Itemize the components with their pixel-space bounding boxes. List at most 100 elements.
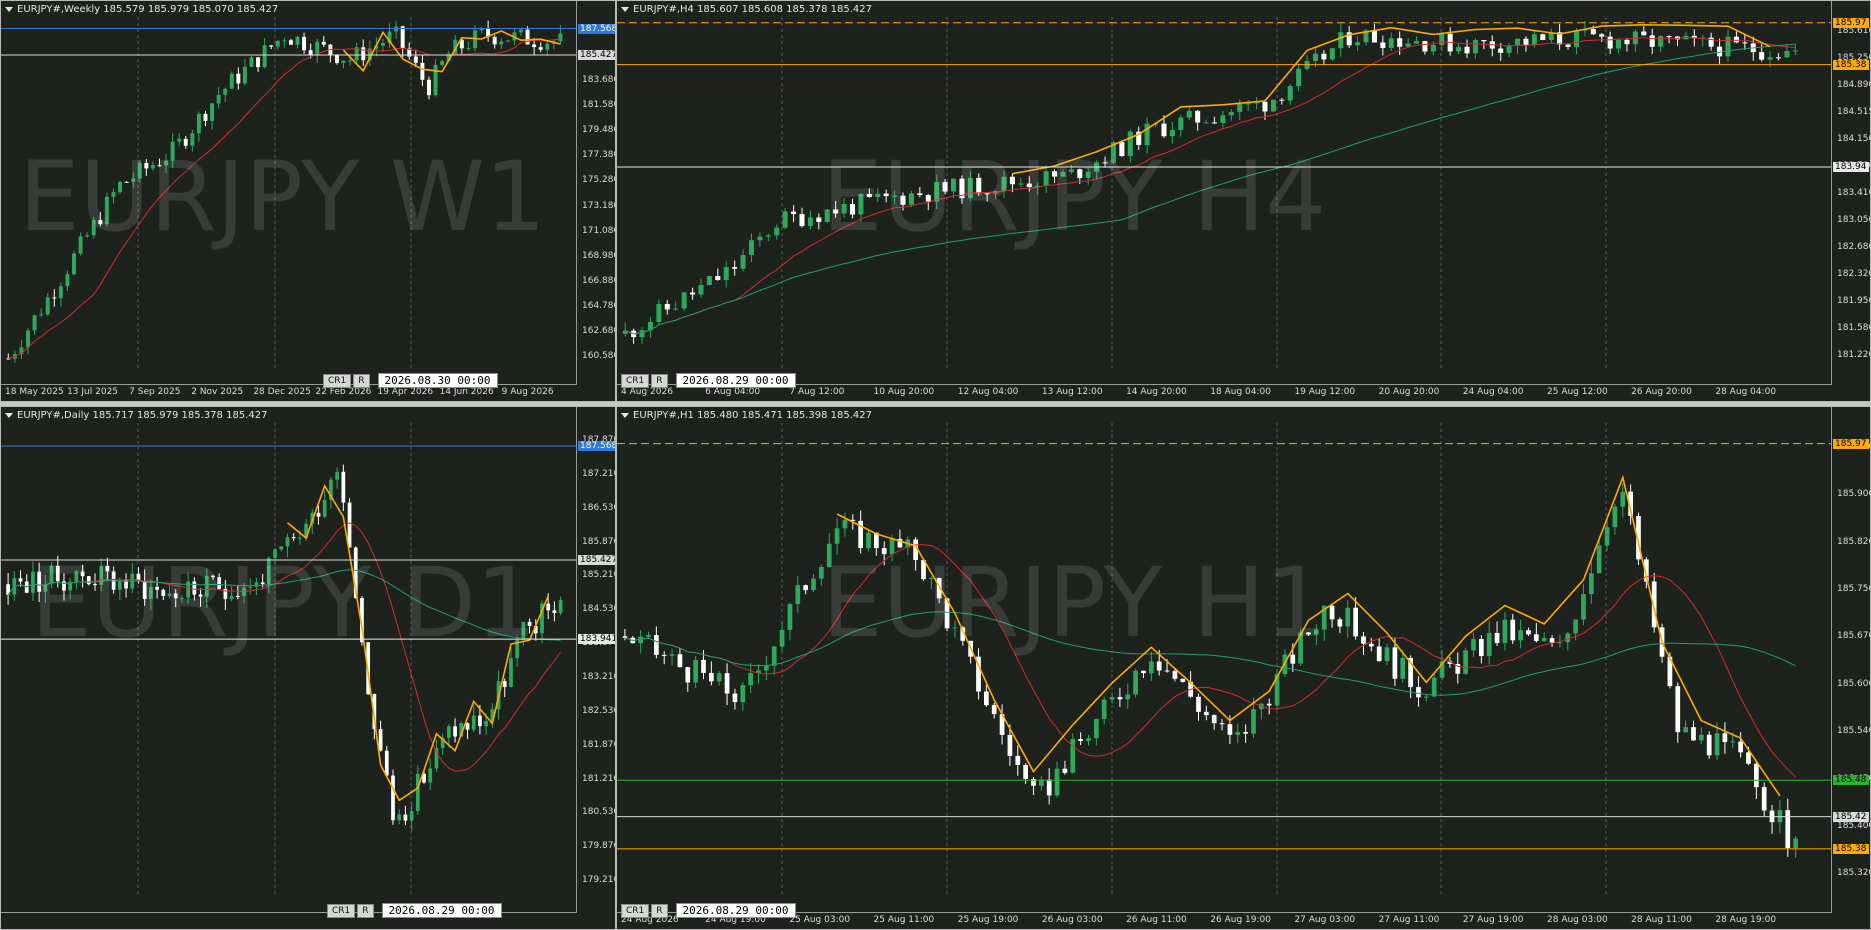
candle-body — [693, 659, 698, 683]
candle-body — [1117, 697, 1123, 700]
candle-body — [1478, 639, 1484, 657]
candle-body — [266, 558, 271, 585]
collapse-icon[interactable] — [5, 6, 13, 12]
candle-body — [1612, 506, 1618, 528]
candle-body — [177, 138, 182, 142]
price-tick: 185.210 — [582, 570, 616, 581]
candle-body — [1133, 670, 1138, 695]
price-tick: 183.410 — [1837, 188, 1871, 198]
candle-body — [1604, 527, 1610, 546]
chart-panel-h4[interactable]: EURJPY#,H4 185.607 185.608 185.378 185.4… — [616, 0, 1871, 402]
price-level-label: 185.48 — [1833, 775, 1869, 786]
chart-panel-w1[interactable]: EURJPY#,Weekly 185.579 185.979 185.070 1… — [0, 0, 616, 402]
r-button[interactable]: R — [651, 373, 668, 388]
chart-panel-d1[interactable]: EURJPY#,Daily 185.717 185.979 185.378 18… — [0, 406, 616, 930]
candle-body — [1195, 110, 1201, 123]
candle-body — [706, 276, 712, 285]
candle-body — [698, 284, 704, 295]
candle-body — [161, 589, 166, 596]
zigzag-line — [286, 484, 549, 802]
candle-body — [509, 658, 513, 688]
collapse-icon[interactable] — [621, 6, 629, 12]
candle-body — [716, 673, 722, 682]
collapse-icon[interactable] — [621, 412, 629, 418]
datetime-field[interactable]: 2026.08.29 00:00 — [675, 903, 796, 918]
time-tick: 26 Aug 20:00 — [1631, 387, 1692, 397]
datetime-field[interactable]: 2026.08.29 00:00 — [381, 903, 502, 918]
price-axis: 185.97185.48185.42185.38185.980185.90018… — [1831, 407, 1870, 929]
candle-body — [55, 565, 60, 582]
price-tick: 183.050 — [1837, 215, 1871, 226]
price-chart[interactable] — [617, 407, 1832, 915]
r-button[interactable]: R — [353, 373, 370, 388]
candle-body — [173, 593, 178, 599]
price-chart[interactable] — [1, 407, 577, 915]
time-tick: 26 Aug 03:00 — [1041, 915, 1103, 925]
price-tick: 185.400 — [1837, 820, 1871, 831]
candle-body — [1722, 733, 1728, 743]
candle-body — [546, 603, 551, 611]
r-button[interactable]: R — [651, 903, 668, 918]
cr1-button[interactable]: CR1 — [323, 373, 352, 388]
candle-body — [1156, 661, 1162, 671]
candle-body — [1001, 176, 1007, 192]
candle-body — [917, 193, 923, 196]
chart-header: EURJPY#,H1 185.480 185.471 185.398 185.4… — [621, 410, 872, 421]
chart-header: EURJPY#,H4 185.607 185.608 185.378 185.4… — [621, 4, 872, 15]
candle-body — [217, 577, 222, 589]
candle-body — [1018, 183, 1024, 185]
candle-body — [803, 585, 808, 591]
candle-body — [478, 715, 482, 727]
candle-body — [98, 220, 103, 225]
candle-body — [1616, 39, 1622, 49]
chart-panel-h1[interactable]: EURJPY#,H1 185.480 185.471 185.398 185.4… — [616, 406, 1871, 930]
candle-body — [818, 567, 824, 579]
moving-average-green — [7, 569, 561, 641]
candle-body — [291, 537, 296, 539]
candle-body — [1793, 838, 1798, 849]
candle-body — [833, 209, 839, 214]
r-button[interactable]: R — [357, 903, 374, 918]
candle-body — [236, 73, 241, 84]
candle-body — [118, 181, 123, 193]
candle-body — [807, 217, 813, 227]
candle-body — [782, 211, 788, 228]
candle-body — [1620, 491, 1626, 507]
candle-body — [639, 330, 645, 338]
candle-body — [1531, 34, 1537, 45]
price-chart[interactable] — [617, 1, 1832, 387]
collapse-icon[interactable] — [5, 412, 13, 418]
candle-body — [1430, 44, 1436, 52]
price-tick: 166.880 — [582, 276, 616, 286]
candle-body — [269, 45, 274, 47]
cr1-button[interactable]: CR1 — [327, 903, 356, 918]
candle-body — [1127, 131, 1133, 157]
candle-body — [150, 165, 155, 169]
price-chart[interactable] — [1, 1, 577, 387]
candle-body — [1119, 142, 1125, 157]
candle-body — [279, 546, 284, 550]
candle-body — [673, 308, 679, 310]
candle-body — [1243, 732, 1248, 734]
candle-body — [858, 194, 864, 215]
candle-body — [1009, 176, 1015, 185]
candle-body — [1649, 35, 1655, 47]
candle-body — [866, 532, 871, 549]
candle-body — [1148, 661, 1154, 674]
candle-body — [1220, 115, 1226, 123]
datetime-field[interactable]: 2026.08.30 00:00 — [377, 373, 498, 388]
price-tick: 185.600 — [1837, 678, 1871, 689]
candle-body — [900, 195, 906, 205]
time-tick: 13 Aug 12:00 — [1041, 387, 1103, 397]
price-axis: 187.568185.427187.940185.840183.680181.5… — [576, 1, 615, 401]
price-tick: 185.900 — [1837, 489, 1871, 500]
time-tick: 18 Aug 04:00 — [1210, 387, 1271, 397]
price-tick: 183.210 — [582, 671, 616, 682]
candle-body — [471, 715, 476, 730]
datetime-field[interactable]: 2026.08.29 00:00 — [675, 373, 796, 388]
candle-body — [1313, 629, 1319, 635]
candle-body — [1494, 632, 1500, 644]
cr1-button[interactable]: CR1 — [621, 903, 650, 918]
cr1-button[interactable]: CR1 — [621, 373, 650, 388]
price-tick: 181.580 — [1837, 323, 1871, 334]
